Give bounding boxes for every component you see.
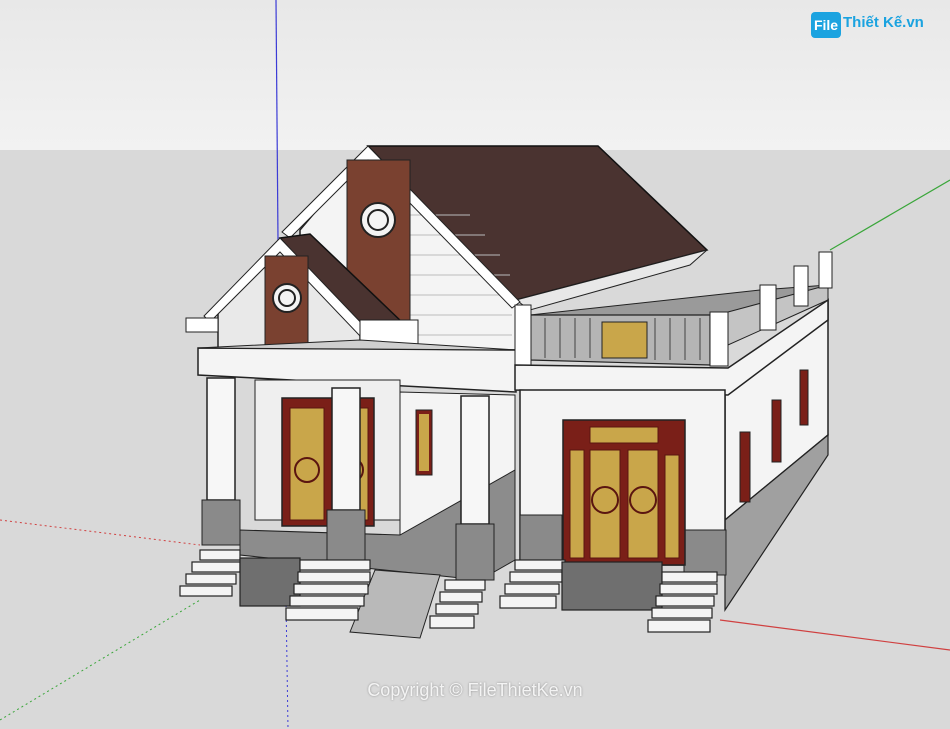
porch-window-glass bbox=[419, 414, 429, 471]
terrace-post bbox=[793, 265, 809, 307]
axis-red bbox=[719, 619, 950, 651]
room-door-transom bbox=[589, 426, 659, 444]
porch-stairs-left bbox=[179, 549, 371, 621]
axis-green-dotted bbox=[0, 599, 201, 721]
terrace-post bbox=[514, 304, 532, 366]
room-door-glass bbox=[664, 454, 680, 559]
axis-green bbox=[829, 179, 950, 251]
room-stone-base-left bbox=[519, 514, 563, 566]
copyright-watermark: Copyright © FileThietKe.vn bbox=[367, 680, 583, 700]
terrace-post bbox=[818, 251, 833, 289]
terrace-post bbox=[709, 311, 729, 367]
porch-door-glass bbox=[289, 407, 325, 521]
logo-name: Thiết Kế.vn bbox=[843, 14, 924, 31]
site-logo: File Thiết Kế.vn bbox=[811, 10, 924, 40]
side-window bbox=[799, 369, 809, 426]
room-stone-base-right bbox=[683, 529, 727, 576]
house-model[interactable] bbox=[0, 0, 950, 729]
room-door-glass bbox=[627, 449, 659, 559]
porch-column bbox=[326, 387, 366, 563]
side-window bbox=[771, 399, 782, 463]
axis-blue bbox=[275, 0, 279, 241]
model-viewport[interactable]: File Thiết Kế.vn Copyright © FileThietKe… bbox=[0, 0, 950, 729]
axis-red-dotted bbox=[0, 519, 201, 546]
porch-stairs-middle bbox=[429, 579, 486, 629]
room-door-glass bbox=[569, 449, 585, 559]
ornament-window-front bbox=[272, 283, 302, 313]
gable-eave-left bbox=[185, 317, 219, 333]
room-door-glass bbox=[589, 449, 621, 559]
logo-badge: File bbox=[811, 12, 841, 38]
ornament-window-main bbox=[360, 202, 396, 238]
porch-column bbox=[201, 377, 241, 546]
terrace-post bbox=[759, 284, 777, 331]
side-window bbox=[739, 431, 751, 503]
balustrade-ornament bbox=[601, 321, 648, 359]
porch-column bbox=[455, 395, 495, 581]
